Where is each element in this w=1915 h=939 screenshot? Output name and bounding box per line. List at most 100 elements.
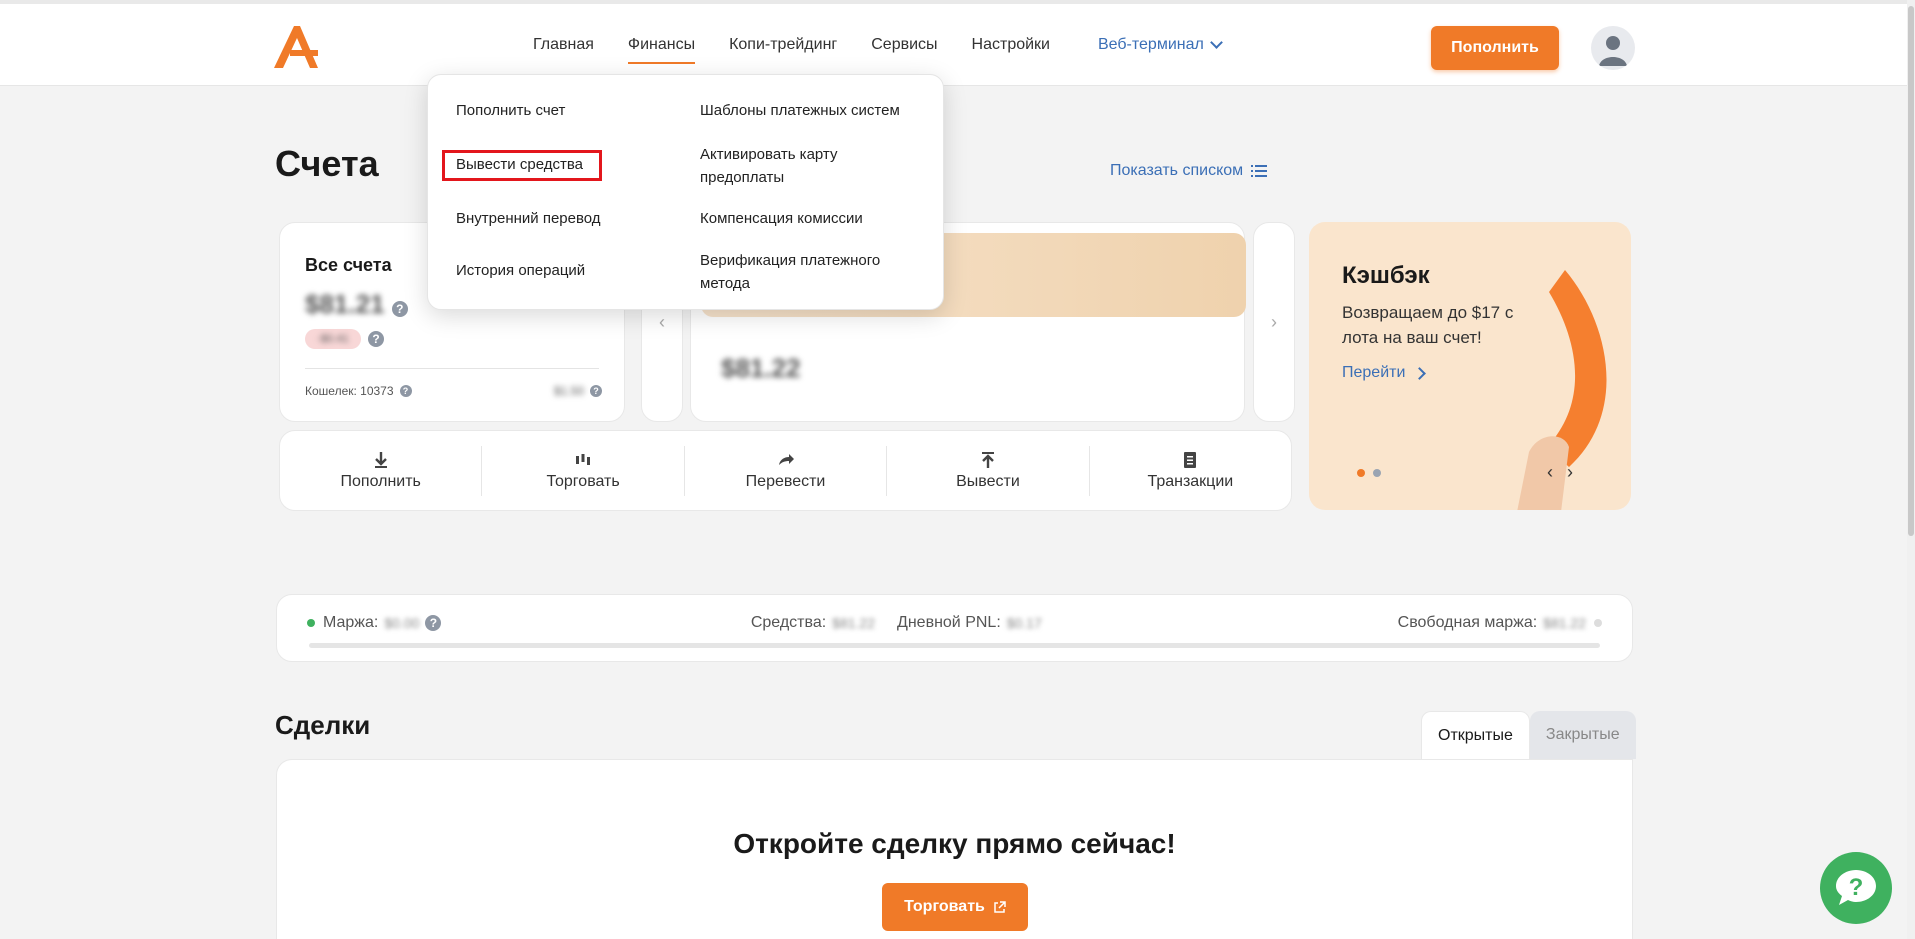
list-icon — [1251, 165, 1268, 177]
menu-item-internal-transfer[interactable]: Внутренний перевод — [456, 207, 601, 230]
nav-web-terminal-label: Веб-терминал — [1097, 36, 1204, 53]
help-icon[interactable]: ? — [399, 385, 412, 397]
pnl-badge-value: -$0.41 — [317, 333, 349, 345]
top-bar: Главная Финансы Копи-трейдинг Сервисы На… — [0, 0, 1915, 86]
margin-bar: Маржа: $0.00 ? Средства: $81.22 Дневной … — [276, 594, 1633, 662]
margin-progress-track — [309, 643, 1600, 648]
menu-item-deposit[interactable]: Пополнить счет — [456, 99, 565, 122]
download-icon — [374, 451, 387, 468]
nav-home[interactable]: Главная — [533, 28, 594, 62]
topup-button[interactable]: Пополнить — [1431, 26, 1559, 70]
margin-value: $0.00 — [384, 615, 420, 631]
transfer-icon — [778, 453, 794, 465]
nav-web-terminal[interactable]: Веб-терминал — [1097, 28, 1223, 62]
chevron-down-icon — [1209, 36, 1223, 49]
action-transfer[interactable]: Перевести — [685, 445, 888, 496]
account-amount-value: $81.22 — [721, 353, 801, 383]
free-margin-value: $81.22 — [1543, 615, 1586, 631]
help-icon[interactable]: ? — [590, 385, 602, 397]
upload-icon — [981, 451, 994, 468]
menu-item-payment-verification[interactable]: Верификация платежного метода — [700, 249, 920, 295]
carousel-dot[interactable] — [1373, 469, 1381, 477]
equity-value: $81.22 — [832, 615, 875, 631]
margin-label: Маржа: — [323, 614, 379, 631]
action-deposit[interactable]: Пополнить — [280, 445, 483, 496]
action-deposit-label: Пополнить — [340, 472, 421, 490]
carousel-dot-active[interactable] — [1357, 469, 1365, 477]
cashback-title: Кэшбэк — [1342, 262, 1430, 289]
all-accounts-amount-value: $81.21 — [305, 289, 385, 319]
trade-button-label: Торговать — [904, 898, 985, 915]
all-accounts-amount: $81.21 ? — [305, 289, 408, 320]
deals-cta: Откройте сделку прямо сейчас! — [733, 828, 1176, 859]
deals-tabs: Открытые Закрытые — [1421, 711, 1636, 759]
page-scrollbar[interactable] — [1907, 0, 1915, 939]
action-withdraw-label: Вывести — [956, 472, 1020, 490]
tab-closed[interactable]: Закрытые — [1529, 711, 1636, 759]
help-icon[interactable]: ? — [391, 301, 408, 317]
document-icon — [1184, 451, 1197, 468]
pnl-badge: -$0.41 — [305, 329, 361, 349]
scrollbar-thumb[interactable] — [1908, 6, 1914, 536]
deals-title: Сделки — [275, 710, 371, 740]
page-title: Счета — [275, 143, 379, 184]
show-list-link[interactable]: Показать списком — [1110, 162, 1268, 180]
finance-dropdown-menu: Пополнить счет Вывести средства Внутренн… — [427, 74, 944, 310]
boomerang-illustration — [1517, 270, 1607, 510]
cashback-link-label: Перейти — [1342, 364, 1406, 381]
action-trade-label: Торговать — [546, 472, 620, 490]
trade-button[interactable]: Торговать — [882, 883, 1028, 931]
action-transfer-label: Перевести — [745, 472, 826, 490]
show-list-label: Показать списком — [1110, 162, 1244, 179]
cashback-banner[interactable]: Кэшбэк Возвращаем до $17 с лота на ваш с… — [1309, 222, 1631, 510]
chevron-right-icon — [1413, 366, 1427, 380]
pnl-value: $0.17 — [1006, 615, 1042, 631]
wallet-value-text: $1.50 — [553, 384, 584, 398]
alpari-logo[interactable] — [272, 24, 320, 70]
nav-finance[interactable]: Финансы — [627, 28, 696, 64]
margin-row: Маржа: $0.00 ? Средства: $81.22 Дневной … — [307, 614, 1602, 632]
action-transactions-label: Транзакции — [1147, 472, 1234, 490]
chat-help-icon: ? — [1836, 870, 1876, 905]
help-chat-button[interactable]: ? — [1820, 852, 1892, 924]
tab-open[interactable]: Открытые — [1421, 711, 1530, 759]
menu-item-payment-templates[interactable]: Шаблоны платежных систем — [700, 99, 900, 122]
nav-copy-trading[interactable]: Копи-трейдинг — [729, 28, 837, 62]
wallet-value: $1.50 ? — [554, 384, 602, 398]
avatar[interactable] — [1591, 26, 1635, 70]
chevron-right-icon: › — [1271, 311, 1277, 332]
menu-item-activate-prepaid-card[interactable]: Активировать карту предоплаты — [700, 143, 890, 189]
candlestick-icon — [576, 453, 591, 465]
divider — [305, 368, 599, 369]
action-trade[interactable]: Торговать — [482, 445, 685, 496]
nav-services[interactable]: Сервисы — [871, 28, 937, 62]
external-link-icon — [994, 900, 1006, 913]
nav-settings[interactable]: Настройки — [972, 28, 1050, 62]
chevron-left-icon: ‹ — [659, 311, 665, 332]
status-dot — [1594, 619, 1602, 627]
cashback-link[interactable]: Перейти — [1342, 364, 1427, 382]
pnl-label: Дневной PNL: — [897, 614, 1001, 631]
menu-item-commission-compensation[interactable]: Компенсация комиссии — [700, 207, 863, 230]
account-amount: $81.22 — [721, 353, 801, 384]
wallet-label: Кошелек: 10373 ? — [305, 384, 412, 398]
chevron-left-icon[interactable]: ‹ — [1547, 462, 1553, 483]
user-icon — [1599, 36, 1627, 66]
carousel-dots — [1357, 469, 1381, 477]
carousel-next-button[interactable]: › — [1253, 222, 1295, 422]
menu-item-history[interactable]: История операций — [456, 259, 585, 282]
help-icon[interactable]: ? — [368, 331, 384, 347]
action-withdraw[interactable]: Вывести — [887, 445, 1090, 496]
deals-panel: Откройте сделку прямо сейчас! Торговать — [276, 759, 1633, 939]
highlight-box — [442, 150, 602, 181]
free-margin-label: Свободная маржа: — [1397, 614, 1538, 631]
wallet-text: Кошелек: 10373 — [305, 384, 394, 398]
svg-text:?: ? — [1849, 874, 1864, 901]
account-actions: Пополнить Торговать Перевести Вывести Тр… — [279, 430, 1292, 511]
status-dot — [307, 619, 315, 627]
chevron-right-icon[interactable]: › — [1567, 462, 1573, 483]
all-accounts-title: Все счета — [305, 255, 392, 275]
help-icon[interactable]: ? — [425, 615, 442, 631]
action-transactions[interactable]: Транзакции — [1090, 446, 1291, 496]
equity-label: Средства: — [750, 614, 827, 631]
